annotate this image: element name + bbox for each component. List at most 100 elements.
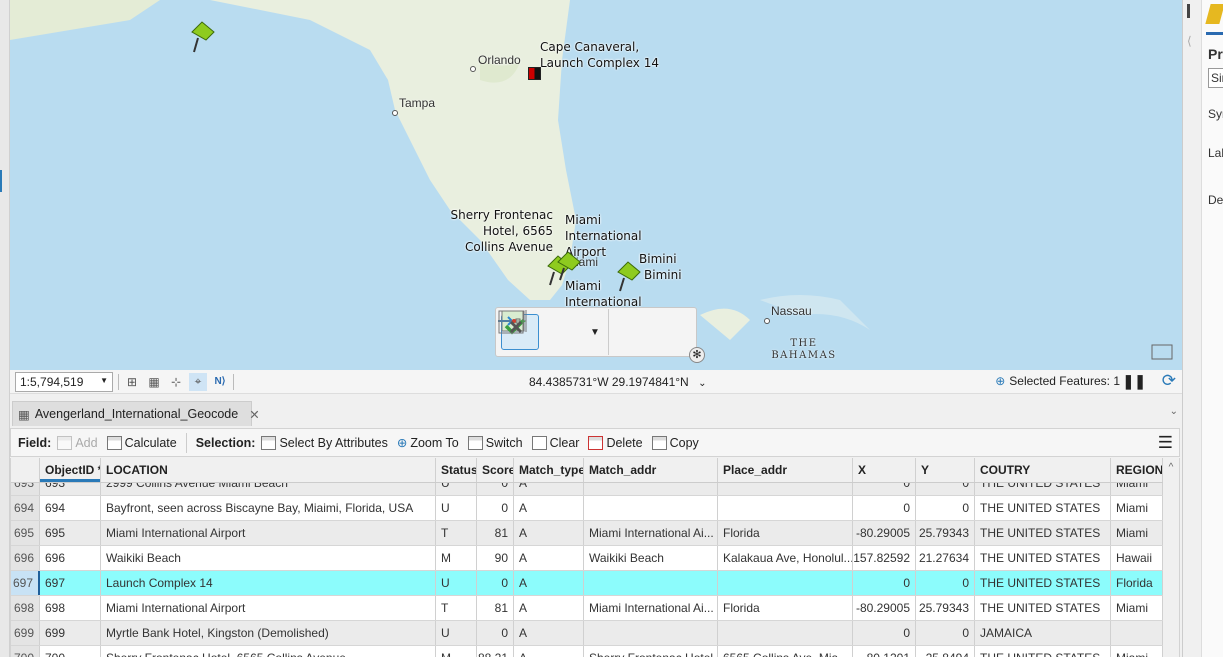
select-all-corner[interactable]	[11, 458, 40, 482]
table-cell-id[interactable]: 697	[40, 571, 101, 595]
row-header[interactable]: 695	[11, 521, 40, 545]
cancel-edit-button[interactable]	[498, 310, 692, 350]
row-header[interactable]: 699	[11, 621, 40, 645]
table-cell-score[interactable]: 88.21	[477, 646, 514, 657]
table-cell-country[interactable]: THE UNITED STATES	[975, 571, 1111, 595]
table-cell-loc[interactable]: Launch Complex 14	[101, 571, 436, 595]
scale-dropdown[interactable]: 1:5,794,519 ▼	[15, 371, 113, 392]
delete-button[interactable]: Delete	[588, 435, 643, 450]
table-cell-score[interactable]: 81	[477, 596, 514, 620]
table-cell-region[interactable]	[1111, 621, 1163, 645]
snap-to-edge-button[interactable]	[498, 310, 588, 350]
vertical-scrollbar[interactable]: ^	[1163, 458, 1179, 657]
table-cell-score[interactable]: 0	[477, 496, 514, 520]
table-cell-loc[interactable]: Miami International Airport	[101, 521, 436, 545]
table-cell-country[interactable]: THE UNITED STATES	[975, 521, 1111, 545]
table-cell-x[interactable]: 0	[853, 571, 916, 595]
pause-drawing-button[interactable]: ❚❚	[1123, 373, 1146, 390]
basemap-toggle-icon[interactable]	[1151, 344, 1173, 360]
table-cell-country[interactable]: THE UNITED STATES	[975, 646, 1111, 657]
table-cell-country[interactable]: THE UNITED STATES	[975, 546, 1111, 570]
table-cell-region[interactable]: Hawaii	[1111, 546, 1163, 570]
table-cell-region[interactable]: Miami	[1111, 521, 1163, 545]
table-cell-y[interactable]: 0	[916, 621, 975, 645]
table-cell-ma[interactable]	[584, 571, 718, 595]
column-header[interactable]: LOCATION	[101, 458, 436, 482]
clear-button[interactable]: Clear	[531, 435, 579, 450]
table-cell-ma[interactable]: Miami International Ai...	[584, 596, 718, 620]
table-cell-id[interactable]: 700	[40, 646, 101, 657]
table-cell-region[interactable]: Miami	[1111, 646, 1163, 657]
table-cell-id[interactable]: 694	[40, 496, 101, 520]
table-cell-id[interactable]: 698	[40, 596, 101, 620]
table-cell-x[interactable]: -80.1201	[853, 646, 916, 657]
snapping-toggle-icon[interactable]: ⌖	[189, 372, 207, 391]
copy-button[interactable]: Copy	[651, 435, 699, 450]
table-row[interactable]: 695 695 Miami International Airport T 81 A Mia…	[11, 521, 1164, 546]
table-cell-x[interactable]: -157.82592	[853, 546, 916, 570]
table-cell-status[interactable]: U	[436, 621, 477, 645]
table-cell-y[interactable]: 0	[916, 496, 975, 520]
table-cell-id[interactable]: 699	[40, 621, 101, 645]
table-cell-x[interactable]: 0	[853, 621, 916, 645]
table-cell-region[interactable]: Florida	[1111, 571, 1163, 595]
table-cell-ma[interactable]	[584, 496, 718, 520]
table-cell-pa[interactable]	[718, 621, 853, 645]
close-icon[interactable]: ✕	[249, 407, 259, 422]
column-header[interactable]: ObjectID *	[40, 458, 101, 482]
table-cell-ma[interactable]: Waikiki Beach	[584, 546, 718, 570]
map-view[interactable]: Orlando Tampa Miami Nassau THE BAHAMAS C…	[10, 0, 1182, 370]
table-cell-mt[interactable]: A	[514, 596, 584, 620]
refresh-icon[interactable]: ⟳	[1162, 371, 1176, 391]
table-cell-loc[interactable]: Bayfront, seen across Biscayne Bay, Miai…	[101, 496, 436, 520]
table-cell-mt[interactable]: A	[514, 571, 584, 595]
table-row[interactable]: 696 696 Waikiki Beach M 90 A Waikiki Beach Kala…	[11, 546, 1164, 571]
table-cell-ma[interactable]	[584, 621, 718, 645]
dynamic-constraints-icon[interactable]: ⊹	[167, 373, 185, 391]
row-header[interactable]: 698	[11, 596, 40, 620]
table-row[interactable]: 694 694 Bayfront, seen across Biscayne Bay…	[11, 496, 1164, 521]
grid-icon[interactable]: ▦	[145, 373, 163, 391]
menu-icon[interactable]: ☰	[1158, 433, 1173, 453]
table-cell-x[interactable]: 0	[853, 496, 916, 520]
column-header[interactable]: Y	[916, 458, 975, 482]
table-cell-y[interactable]: 21.27634	[916, 546, 975, 570]
table-cell-status[interactable]: U	[436, 496, 477, 520]
tab-attribute-table[interactable]: ▦ Avengerland_International_Geocode ✕	[12, 401, 260, 426]
column-header[interactable]: Place_addr	[718, 458, 853, 482]
table-cell-country[interactable]: THE UNITED STATES	[975, 596, 1111, 620]
table-cell-score[interactable]: 0	[477, 621, 514, 645]
table-cell-score[interactable]: 90	[477, 546, 514, 570]
table-cell-status[interactable]: M	[436, 646, 477, 657]
north-arrow-icon[interactable]: N⟩	[211, 373, 229, 391]
table-cell-loc[interactable]: Waikiki Beach	[101, 546, 436, 570]
table-cell-loc[interactable]: Sherry Frontenac Hotel, 6565 Collins Ave…	[101, 646, 436, 657]
table-cell-y[interactable]: 0	[916, 571, 975, 595]
column-header[interactable]: Status	[436, 458, 477, 482]
zoom-to-button[interactable]: ⊕ Zoom To	[397, 435, 459, 451]
symbology-dropdown[interactable]: Sin	[1208, 68, 1223, 88]
table-cell-mt[interactable]: A	[514, 621, 584, 645]
table-cell-mt[interactable]: A	[514, 646, 584, 657]
table-cell-y[interactable]: 25.8494	[916, 646, 975, 657]
table-cell-status[interactable]: M	[436, 546, 477, 570]
table-cell-y[interactable]: 25.79343	[916, 521, 975, 545]
table-cell-ma[interactable]: Sherry Frontenac Hotel...	[584, 646, 718, 657]
table-cell-id[interactable]: 696	[40, 546, 101, 570]
calculate-button[interactable]: Calculate	[106, 435, 177, 450]
table-cell-region[interactable]: Miami	[1111, 496, 1163, 520]
table-cell-ma[interactable]: Miami International Ai...	[584, 521, 718, 545]
snap-dropdown-icon[interactable]: ▼	[588, 314, 602, 350]
finish-edit-button[interactable]	[498, 310, 652, 350]
table-cell-pa[interactable]: Florida	[718, 521, 853, 545]
add-grid-icon[interactable]: ⊞	[123, 373, 141, 391]
gear-icon[interactable]: ✻	[689, 347, 705, 363]
switch-button[interactable]: Switch	[467, 435, 523, 450]
column-header[interactable]: REGION	[1111, 458, 1163, 482]
selected-features-indicator[interactable]: ⊕ Selected Features: 1	[995, 374, 1120, 388]
table-row[interactable]: 699 699 Myrtle Bank Hotel, Kingston (Demol…	[11, 621, 1164, 646]
table-cell-status[interactable]: U	[436, 571, 477, 595]
table-row[interactable]: 700700Sherry Frontenac Hotel, 6565 Colli…	[11, 646, 1164, 657]
row-header[interactable]: 696	[11, 546, 40, 570]
table-cell-pa[interactable]	[718, 496, 853, 520]
